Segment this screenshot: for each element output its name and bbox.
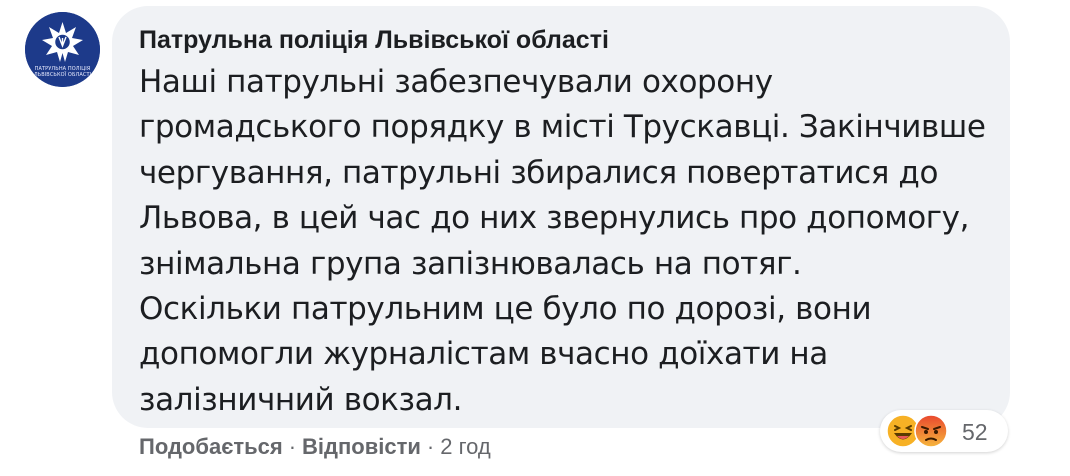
comment-text-line: Львова, в цей час до них звернулись про … bbox=[139, 200, 970, 237]
comment-text-line: знімальна група запізнювалась на потяг. bbox=[139, 245, 802, 282]
comment-text: Наші патрульні забезпечували охорону гро… bbox=[139, 60, 999, 423]
avatar-caption: ПАТРУЛЬНА ПОЛІЦІЯ ЛЬВІВСЬКОЇ ОБЛАСТІ bbox=[33, 66, 92, 78]
comment-text-line: допомогли журналістам вчасно доїхати на bbox=[139, 336, 828, 373]
reaction-count: 52 bbox=[962, 419, 988, 445]
comment-author[interactable]: Патрульна поліція Львівської області bbox=[139, 26, 609, 55]
comment-text-line: чергування, патрульні збиралися повертат… bbox=[139, 154, 939, 191]
comment-text-line: залізничний вокзал. bbox=[139, 381, 463, 418]
comment-text-line: громадського порядку в місті Трускавці. … bbox=[139, 109, 986, 146]
separator-dot: · bbox=[288, 434, 297, 459]
reply-button[interactable]: Відповісти bbox=[302, 434, 421, 459]
separator-dot: · bbox=[426, 434, 435, 459]
like-button[interactable]: Подобається bbox=[139, 434, 283, 459]
comment-timestamp[interactable]: 2 год bbox=[440, 434, 490, 459]
comment-text-line: Оскільки патрульним це було по дорозі, в… bbox=[139, 291, 872, 328]
angry-reaction-icon bbox=[914, 414, 948, 448]
avatar[interactable]: ПАТРУЛЬНА ПОЛІЦІЯ ЛЬВІВСЬКОЇ ОБЛАСТІ bbox=[25, 12, 100, 87]
reactions-summary[interactable]: 52 bbox=[880, 410, 1008, 452]
comment-actions: Подобається · Відповісти · 2 год bbox=[139, 434, 491, 460]
comment-text-line: Наші патрульні забезпечували охорону bbox=[139, 64, 773, 100]
